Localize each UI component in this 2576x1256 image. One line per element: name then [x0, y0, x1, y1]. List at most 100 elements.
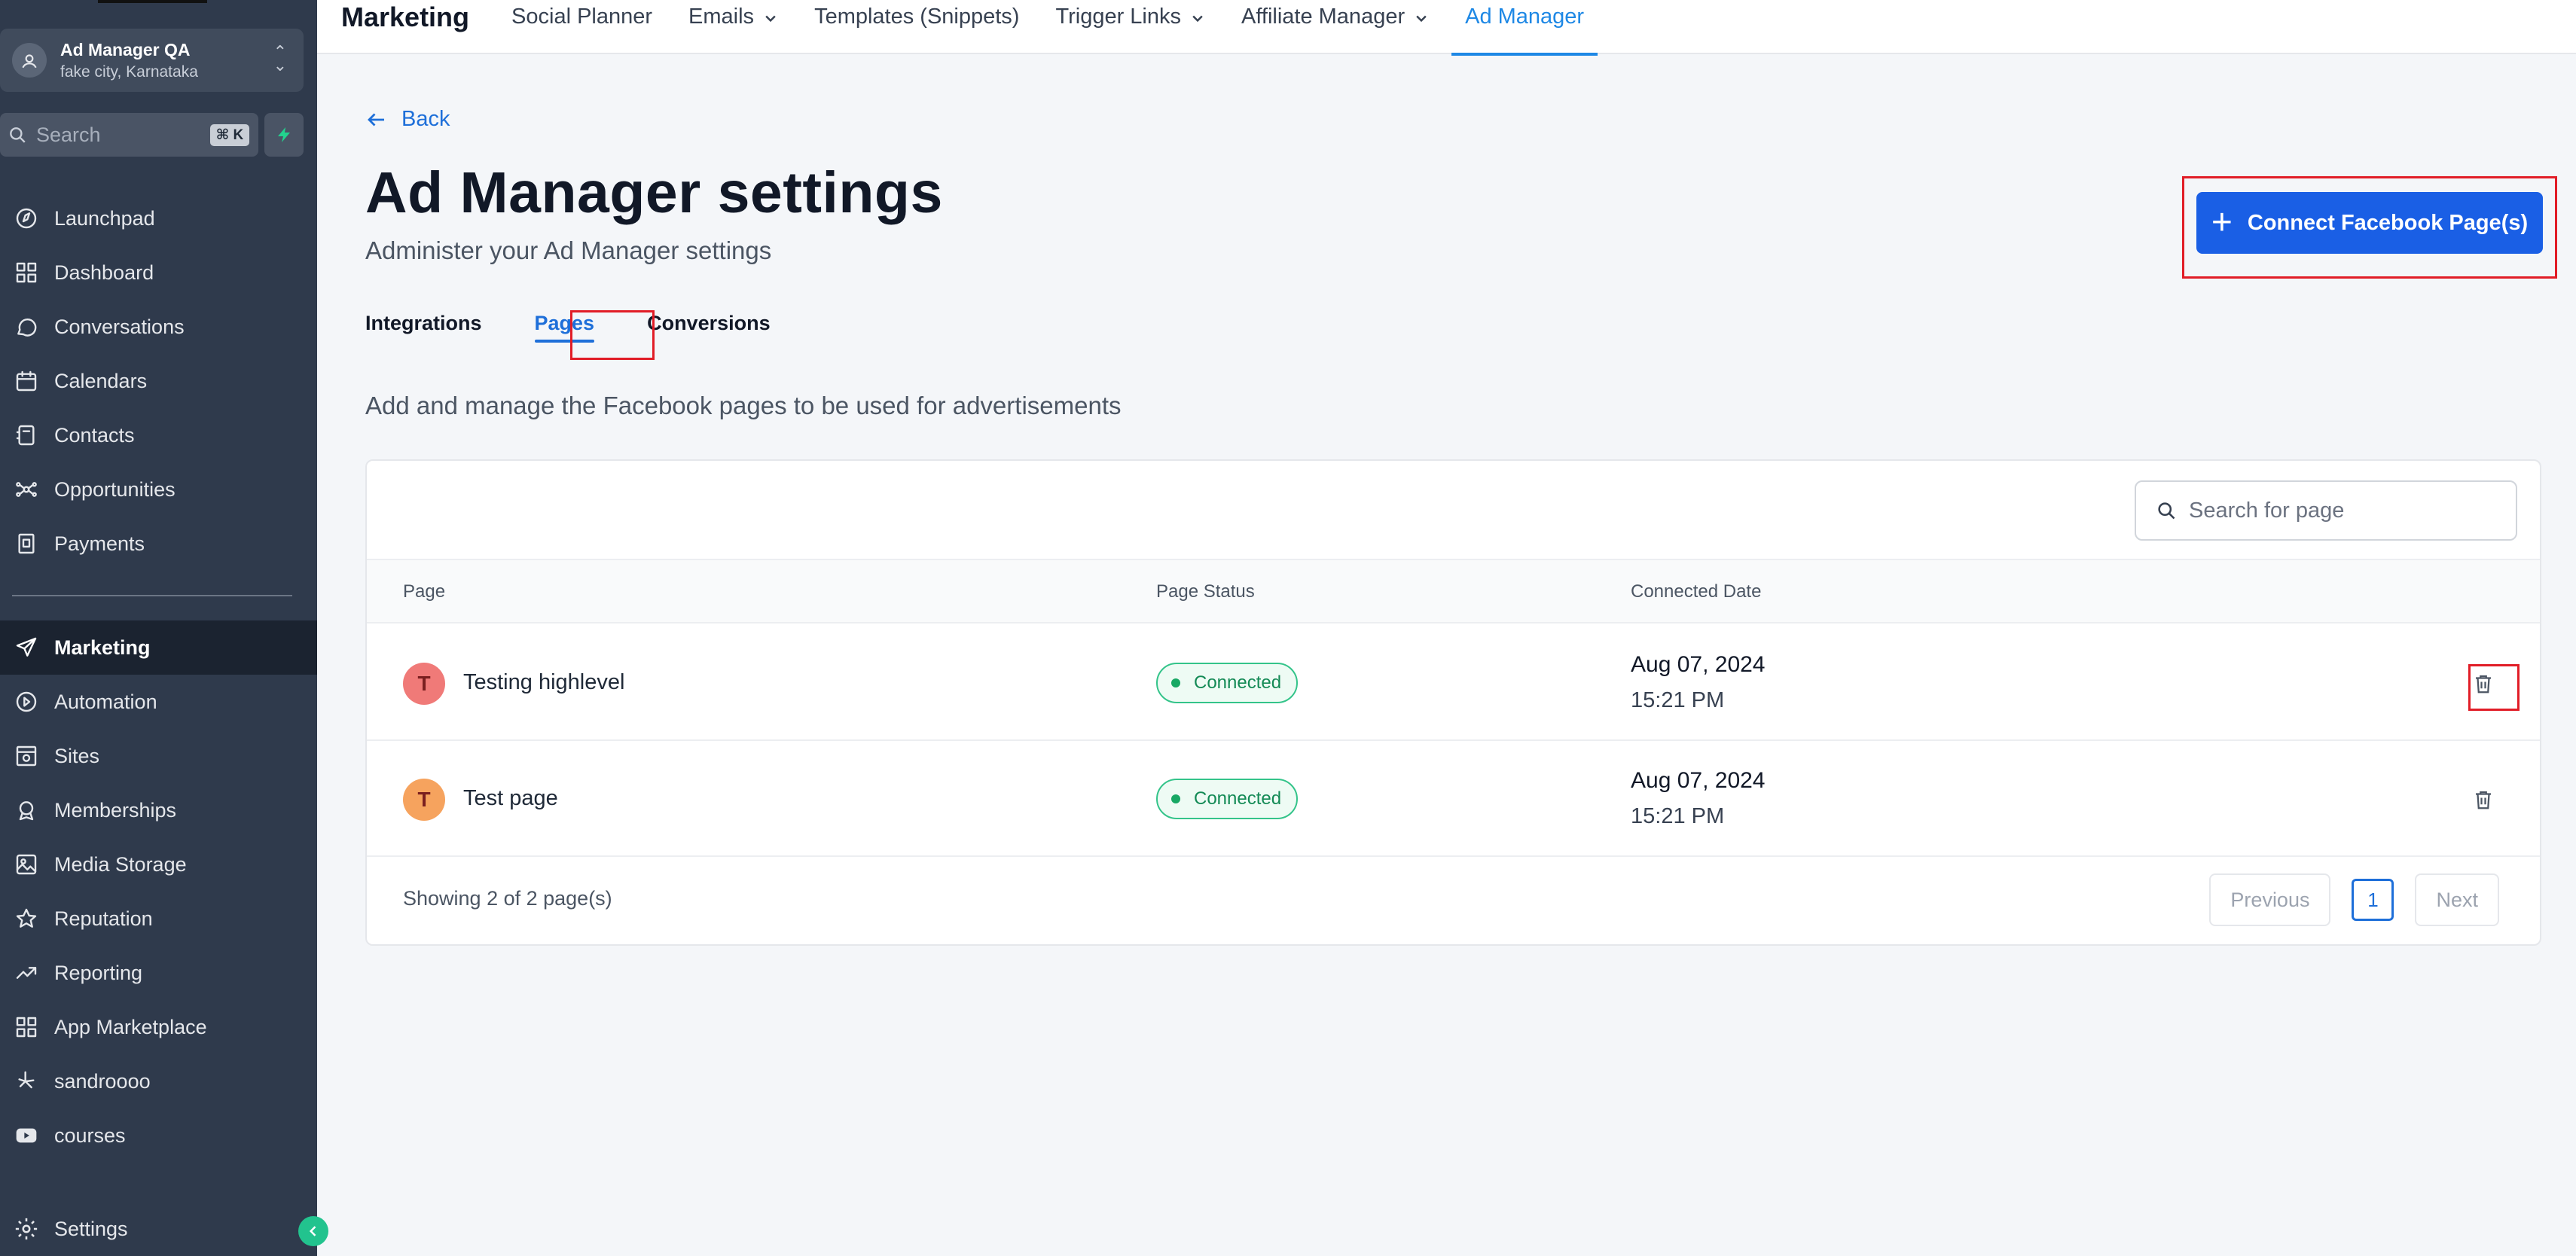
top-nav-label: Ad Manager — [1465, 5, 1584, 29]
calendar-icon — [11, 365, 42, 397]
sidebar-item-label: Launchpad — [54, 207, 155, 230]
chat-bubble-icon — [11, 311, 42, 343]
sidebar-item-label: Media Storage — [54, 853, 187, 876]
top-nav-ad-manager[interactable]: Ad Manager — [1465, 5, 1584, 53]
collapse-sidebar-button[interactable] — [298, 1216, 328, 1246]
pagination: Previous 1 Next — [2209, 873, 2499, 926]
grid-icon — [11, 1011, 42, 1043]
page-name: Testing highlevel — [463, 670, 624, 695]
sidebar-item-label: Settings — [54, 1218, 128, 1241]
sidebar-item-label: Payments — [54, 532, 145, 556]
previous-page-button[interactable]: Previous — [2209, 873, 2330, 926]
top-nav-links: Social Planner Emails Templates (Snippets)… — [511, 5, 1620, 53]
back-link[interactable]: Back — [365, 107, 450, 132]
sidebar-item-label: Dashboard — [54, 261, 154, 285]
sidebar-item-reputation[interactable]: Reputation — [0, 892, 317, 946]
lightning-icon — [275, 124, 293, 145]
connect-facebook-pages-button[interactable]: + Connect Facebook Page(s) — [2196, 192, 2543, 254]
top-nav-trigger-links[interactable]: Trigger Links — [1055, 5, 1205, 53]
sidebar-item-payments[interactable]: Payments — [0, 517, 317, 571]
pages-tab-highlight — [570, 310, 655, 360]
sidebar-search-row: Search ⌘ K — [0, 113, 304, 157]
sidebar-item-media-storage[interactable]: Media Storage — [0, 837, 317, 892]
tab-conversions[interactable]: Conversions — [647, 312, 771, 335]
sidebar-item-settings[interactable]: Settings — [0, 1202, 317, 1256]
chevron-down-icon — [763, 11, 778, 26]
top-nav-label: Trigger Links — [1055, 5, 1181, 29]
status-label: Connected — [1194, 672, 1281, 694]
sidebar-item-launchpad[interactable]: Launchpad — [0, 191, 317, 245]
sites-icon — [11, 740, 42, 772]
pages-description: Add and manage the Facebook pages to be … — [365, 392, 1122, 420]
account-switcher[interactable]: Ad Manager QA fake city, Karnataka ⌃⌄ — [0, 29, 304, 92]
sidebar: Ad Manager QA fake city, Karnataka ⌃⌄ Se… — [0, 0, 317, 1256]
page-title: Ad Manager settings — [365, 160, 943, 227]
delete-page-button[interactable] — [2468, 785, 2498, 815]
page-subtitle: Administer your Ad Manager settings — [365, 236, 771, 265]
top-nav-social-planner[interactable]: Social Planner — [511, 5, 652, 53]
trend-icon — [11, 957, 42, 989]
top-nav-label: Social Planner — [511, 5, 652, 29]
sidebar-item-label: Automation — [54, 690, 157, 714]
automation-icon — [11, 686, 42, 718]
sidebar-item-label: Opportunities — [54, 478, 175, 501]
sidebar-top-strip — [98, 0, 207, 3]
sidebar-item-dashboard[interactable]: Dashboard — [0, 245, 317, 300]
account-location: fake city, Karnataka — [60, 63, 198, 81]
sidebar-search-input[interactable]: Search ⌘ K — [0, 113, 258, 157]
pages-table-card: Search for page Page Page Status Connect… — [365, 459, 2541, 946]
sidebar-item-conversations[interactable]: Conversations — [0, 300, 317, 354]
main-content: Back Ad Manager settings Administer your… — [317, 56, 2576, 1256]
sidebar-item-label: courses — [54, 1124, 126, 1148]
trash-icon — [2472, 788, 2495, 811]
top-nav-affiliate-manager[interactable]: Affiliate Manager — [1241, 5, 1429, 53]
contacts-icon — [11, 419, 42, 451]
connect-button-highlight: + Connect Facebook Page(s) — [2182, 176, 2557, 279]
sidebar-item-sandroooo[interactable]: sandroooo — [0, 1054, 317, 1108]
column-header-page: Page — [403, 581, 445, 602]
top-nav-templates-snippets[interactable]: Templates (Snippets) — [814, 5, 1019, 53]
page-search-input[interactable]: Search for page — [2135, 480, 2517, 541]
connected-date: Aug 07, 2024 — [1631, 768, 1766, 794]
next-page-button[interactable]: Next — [2415, 873, 2499, 926]
sidebar-item-label: Reporting — [54, 962, 142, 985]
youtube-icon — [11, 1120, 42, 1151]
top-nav-emails[interactable]: Emails — [688, 5, 778, 53]
sidebar-item-label: Conversations — [54, 316, 185, 339]
sidebar-item-reporting[interactable]: Reporting — [0, 946, 317, 1000]
back-label: Back — [401, 107, 450, 132]
showing-count: Showing 2 of 2 page(s) — [403, 887, 612, 910]
tab-integrations[interactable]: Integrations — [365, 312, 482, 335]
search-shortcut: ⌘ K — [210, 124, 250, 146]
sidebar-item-sites[interactable]: Sites — [0, 729, 317, 783]
connected-date: Aug 07, 2024 — [1631, 652, 1766, 678]
sidebar-nav-primary: Launchpad Dashboard Conversations Calend… — [0, 191, 317, 571]
image-icon — [11, 849, 42, 880]
sidebar-item-label: Memberships — [54, 799, 176, 822]
sidebar-item-memberships[interactable]: Memberships — [0, 783, 317, 837]
sidebar-item-label: App Marketplace — [54, 1016, 207, 1039]
page-number-button[interactable]: 1 — [2352, 879, 2394, 921]
gear-icon — [11, 1213, 42, 1245]
sidebar-item-automation[interactable]: Automation — [0, 675, 317, 729]
sidebar-divider — [12, 595, 292, 596]
opportunities-icon — [11, 474, 42, 505]
quick-action-button[interactable] — [264, 113, 304, 157]
sidebar-item-app-marketplace[interactable]: App Marketplace — [0, 1000, 317, 1054]
sidebar-item-marketing[interactable]: Marketing — [0, 620, 317, 675]
status-dot — [1171, 678, 1180, 687]
sidebar-item-opportunities[interactable]: Opportunities — [0, 462, 317, 517]
sidebar-item-courses[interactable]: courses — [0, 1108, 317, 1163]
account-name: Ad Manager QA — [60, 40, 198, 60]
sidebar-item-calendars[interactable]: Calendars — [0, 354, 317, 408]
sidebar-item-contacts[interactable]: Contacts — [0, 408, 317, 462]
page-name: Test page — [463, 786, 558, 811]
table-header: Page Page Status Connected Date — [367, 559, 2540, 623]
sidebar-item-label: Contacts — [54, 424, 135, 447]
page-avatar: T — [403, 663, 445, 705]
page-search-placeholder: Search for page — [2189, 498, 2344, 523]
search-icon — [8, 125, 27, 145]
plus-icon: + — [2211, 208, 2233, 238]
delete-button-highlight — [2468, 664, 2520, 711]
section-title: Marketing — [341, 2, 469, 33]
